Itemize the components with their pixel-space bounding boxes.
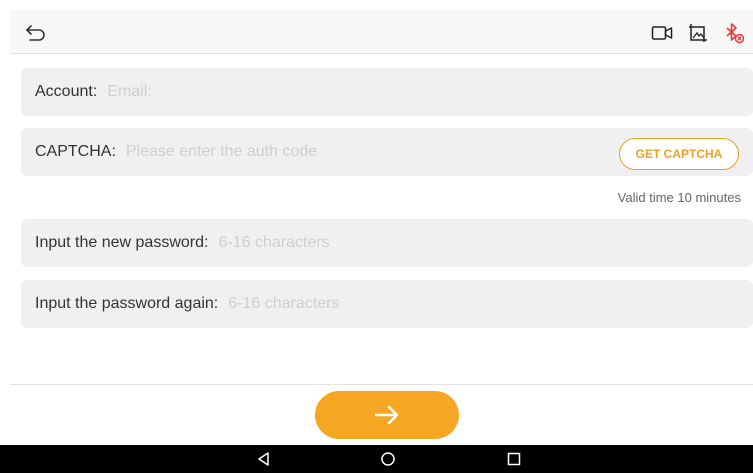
next-button[interactable] [315, 391, 459, 439]
new-password-input[interactable] [218, 234, 753, 252]
account-label: Account: [35, 83, 98, 100]
image-icon[interactable] [687, 22, 709, 44]
video-camera-svg [651, 26, 673, 40]
bluetooth-off-svg [726, 23, 745, 44]
nav-back-svg [258, 452, 269, 466]
confirm-password-input[interactable] [228, 295, 753, 313]
confirm-password-field[interactable]: Input the password again: [21, 280, 753, 328]
back-arrow-svg [26, 25, 45, 41]
captcha-input[interactable] [125, 143, 613, 161]
top-icons [651, 22, 745, 44]
video-camera-icon[interactable] [651, 22, 673, 44]
new-password-label: Input the new password: [35, 234, 209, 251]
nav-recent-svg [507, 452, 521, 466]
email-input[interactable] [107, 83, 753, 101]
nav-home-svg [381, 452, 395, 466]
image-svg [689, 24, 707, 42]
top-bar [10, 10, 753, 54]
get-captcha-button[interactable]: GET CAPTCHA [619, 138, 739, 170]
bluetooth-off-icon[interactable] [723, 22, 745, 44]
new-password-field[interactable]: Input the new password: [21, 219, 753, 267]
account-field[interactable]: Account: [21, 68, 753, 116]
captcha-label: CAPTCHA: [35, 143, 116, 160]
triangle-back-icon[interactable] [256, 451, 272, 467]
valid-time-text: Valid time 10 minutes [617, 190, 741, 205]
bottom-divider [10, 384, 753, 385]
square-recent-icon[interactable] [506, 451, 522, 467]
arrow-right-icon [374, 405, 399, 425]
system-nav-bar [0, 445, 753, 473]
circle-home-icon[interactable] [380, 451, 396, 467]
confirm-password-label: Input the password again: [35, 295, 219, 312]
back-arrow-icon[interactable] [24, 22, 48, 44]
captcha-field[interactable]: CAPTCHA: GET CAPTCHA [21, 128, 753, 176]
